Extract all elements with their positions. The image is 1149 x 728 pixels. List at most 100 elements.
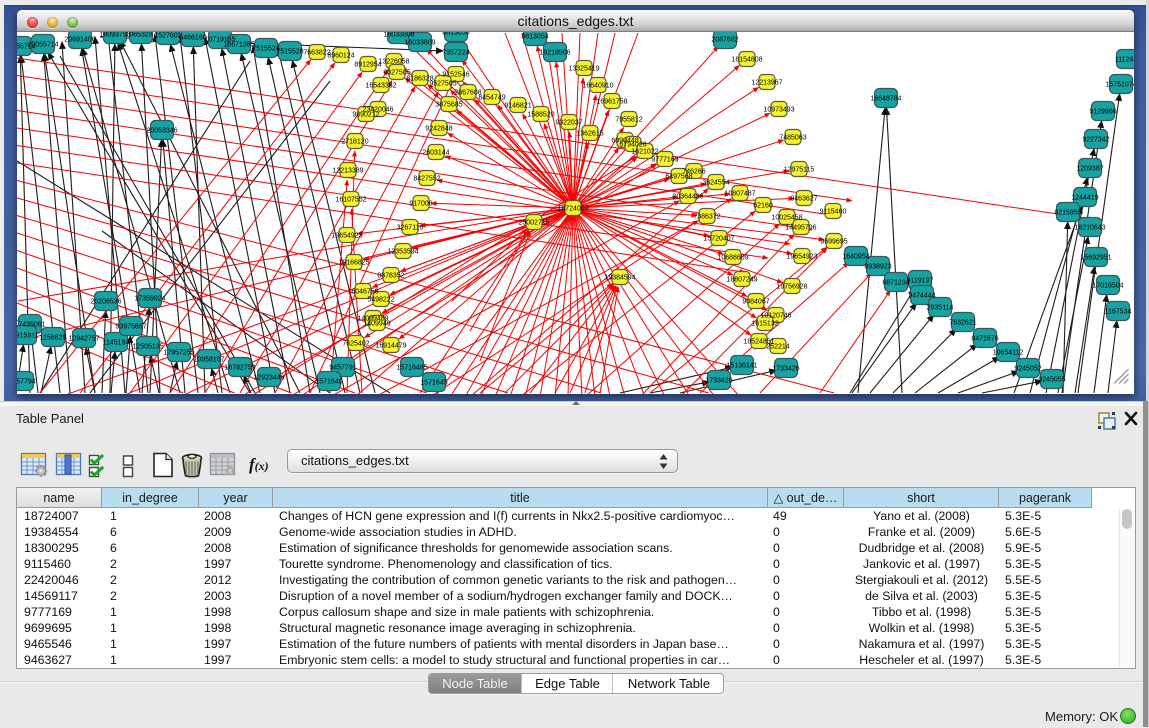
svg-text:5498222: 5498222: [367, 297, 394, 304]
svg-text:8471676: 8471676: [971, 336, 998, 343]
svg-text:9457791: 9457791: [329, 365, 356, 372]
svg-text:917006: 917006: [409, 201, 432, 208]
svg-text:19166825: 19166825: [338, 260, 369, 267]
svg-text:19756928: 19756928: [776, 284, 807, 291]
svg-text:9699695: 9699695: [820, 239, 847, 246]
svg-text:12213389: 12213389: [332, 168, 363, 175]
svg-text:7485063: 7485063: [779, 135, 806, 142]
svg-text:1733420: 1733420: [705, 378, 732, 385]
svg-text:3267110: 3267110: [397, 225, 424, 232]
svg-text:16033809: 16033809: [404, 40, 435, 47]
svg-text:6794028: 6794028: [619, 142, 646, 149]
svg-text:10688609: 10688609: [717, 255, 748, 262]
svg-text:9119197: 9119197: [907, 278, 934, 285]
svg-text:2718120: 2718120: [341, 139, 368, 146]
svg-text:1621022: 1621022: [631, 149, 658, 156]
svg-text:1156829: 1156829: [40, 335, 67, 342]
svg-text:7955812: 7955812: [615, 117, 642, 124]
svg-text:10025458: 10025458: [771, 215, 802, 222]
svg-text:7632621: 7632621: [949, 320, 976, 327]
svg-text:20053346: 20053346: [146, 128, 177, 135]
svg-text:3875685: 3875685: [435, 102, 462, 109]
svg-text:1588520: 1588520: [527, 112, 554, 119]
svg-text:1615132: 1615132: [751, 321, 778, 328]
svg-text:8813054: 8813054: [521, 34, 548, 41]
svg-text:9242848: 9242848: [425, 126, 452, 133]
svg-text:7386372: 7386372: [693, 214, 720, 221]
svg-text:252214: 252214: [766, 344, 789, 351]
svg-text:8938923: 8938923: [864, 264, 891, 271]
svg-text:1167534: 1167534: [1105, 309, 1132, 316]
svg-text:16210643: 16210643: [1074, 225, 1105, 232]
svg-text:9527505: 9527505: [429, 81, 456, 88]
svg-text:16154808: 16154808: [731, 57, 762, 64]
svg-text:16671385: 16671385: [223, 42, 254, 49]
svg-text:1362615: 1362615: [576, 131, 603, 138]
svg-text:7515528: 7515528: [276, 49, 303, 56]
svg-text:1733426: 1733426: [772, 366, 799, 373]
svg-text:12975115: 12975115: [784, 167, 815, 174]
svg-text:16640910: 16640910: [582, 83, 613, 90]
svg-text:2087682: 2087682: [711, 37, 738, 44]
svg-text:7625402: 7625402: [342, 341, 369, 348]
svg-text:1244419: 1244419: [1071, 195, 1098, 202]
svg-text:1409949: 1409949: [363, 321, 390, 328]
svg-text:62160: 62160: [753, 203, 773, 210]
svg-text:8813050: 8813050: [442, 32, 469, 37]
svg-text:19384594: 19384594: [604, 275, 635, 282]
svg-text:9890212: 9890212: [352, 112, 379, 119]
svg-text:10973493: 10973493: [763, 107, 794, 114]
svg-text:16543362: 16543362: [365, 83, 396, 90]
svg-text:16046758: 16046758: [347, 289, 378, 296]
svg-text:1527602: 1527602: [154, 33, 181, 40]
svg-text:9227342: 9227342: [1082, 137, 1109, 144]
svg-text:19654923: 19654923: [786, 254, 817, 261]
svg-text:1571645: 1571645: [420, 380, 447, 387]
svg-text:17957255: 17957255: [163, 350, 194, 357]
svg-text:9129966: 9129966: [1089, 109, 1116, 116]
svg-text:9245052: 9245052: [1014, 366, 1041, 373]
svg-text:8454749: 8454749: [478, 95, 505, 102]
svg-text:10807487: 10807487: [724, 191, 755, 198]
svg-text:19218506: 19218506: [539, 50, 570, 57]
svg-text:15720407: 15720407: [703, 236, 734, 243]
svg-text:93975867: 93975867: [115, 324, 146, 331]
svg-text:9463627: 9463627: [790, 196, 817, 203]
svg-text:8215955: 8215955: [1054, 210, 1081, 217]
svg-text:9457794: 9457794: [17, 379, 36, 386]
svg-text:10958107: 10958107: [193, 357, 224, 364]
svg-text:7357224: 7357224: [442, 50, 469, 57]
svg-text:8427552: 8427552: [413, 176, 440, 183]
svg-text:14495796: 14495796: [785, 225, 816, 232]
svg-text:6497568: 6497568: [665, 174, 692, 181]
svg-text:6466160: 6466160: [179, 35, 206, 42]
svg-text:9146821: 9146821: [504, 103, 531, 110]
svg-text:8878352: 8878352: [377, 273, 404, 280]
svg-text:9115460: 9115460: [820, 209, 847, 216]
svg-text:16914479: 16914479: [375, 343, 406, 350]
svg-text:16033808: 16033808: [383, 32, 414, 39]
svg-text:20364436: 20364436: [672, 194, 703, 201]
svg-text:2603144: 2603144: [422, 150, 449, 157]
svg-text:9245055: 9245055: [1038, 377, 1065, 384]
svg-text:16648784: 16648784: [870, 96, 901, 103]
svg-text:20206536: 20206536: [90, 299, 121, 306]
svg-text:8960124: 8960124: [327, 53, 354, 60]
svg-text:2935114: 2935114: [927, 305, 954, 312]
svg-text:13226058: 13226058: [378, 59, 409, 66]
svg-text:12942757: 12942757: [68, 336, 99, 343]
svg-text:3624554: 3624554: [702, 180, 729, 187]
svg-text:17435061: 17435061: [17, 322, 46, 329]
svg-text:9474444: 9474444: [908, 293, 935, 300]
svg-text:10120746: 10120746: [760, 313, 791, 320]
svg-text:10653287: 10653287: [125, 32, 156, 39]
svg-text:9322037: 9322037: [555, 120, 582, 127]
svg-text:1571640: 1571640: [315, 379, 342, 386]
svg-text:6871234: 6871234: [882, 280, 909, 287]
svg-text:20055714: 20055714: [27, 42, 58, 49]
svg-text:12353594: 12353594: [387, 249, 418, 256]
svg-text:1209387: 1209387: [1076, 166, 1103, 173]
svg-text:18724007: 18724007: [557, 206, 588, 213]
svg-text:20691406: 20691406: [64, 37, 95, 44]
svg-text:17359924: 17359924: [134, 296, 165, 303]
